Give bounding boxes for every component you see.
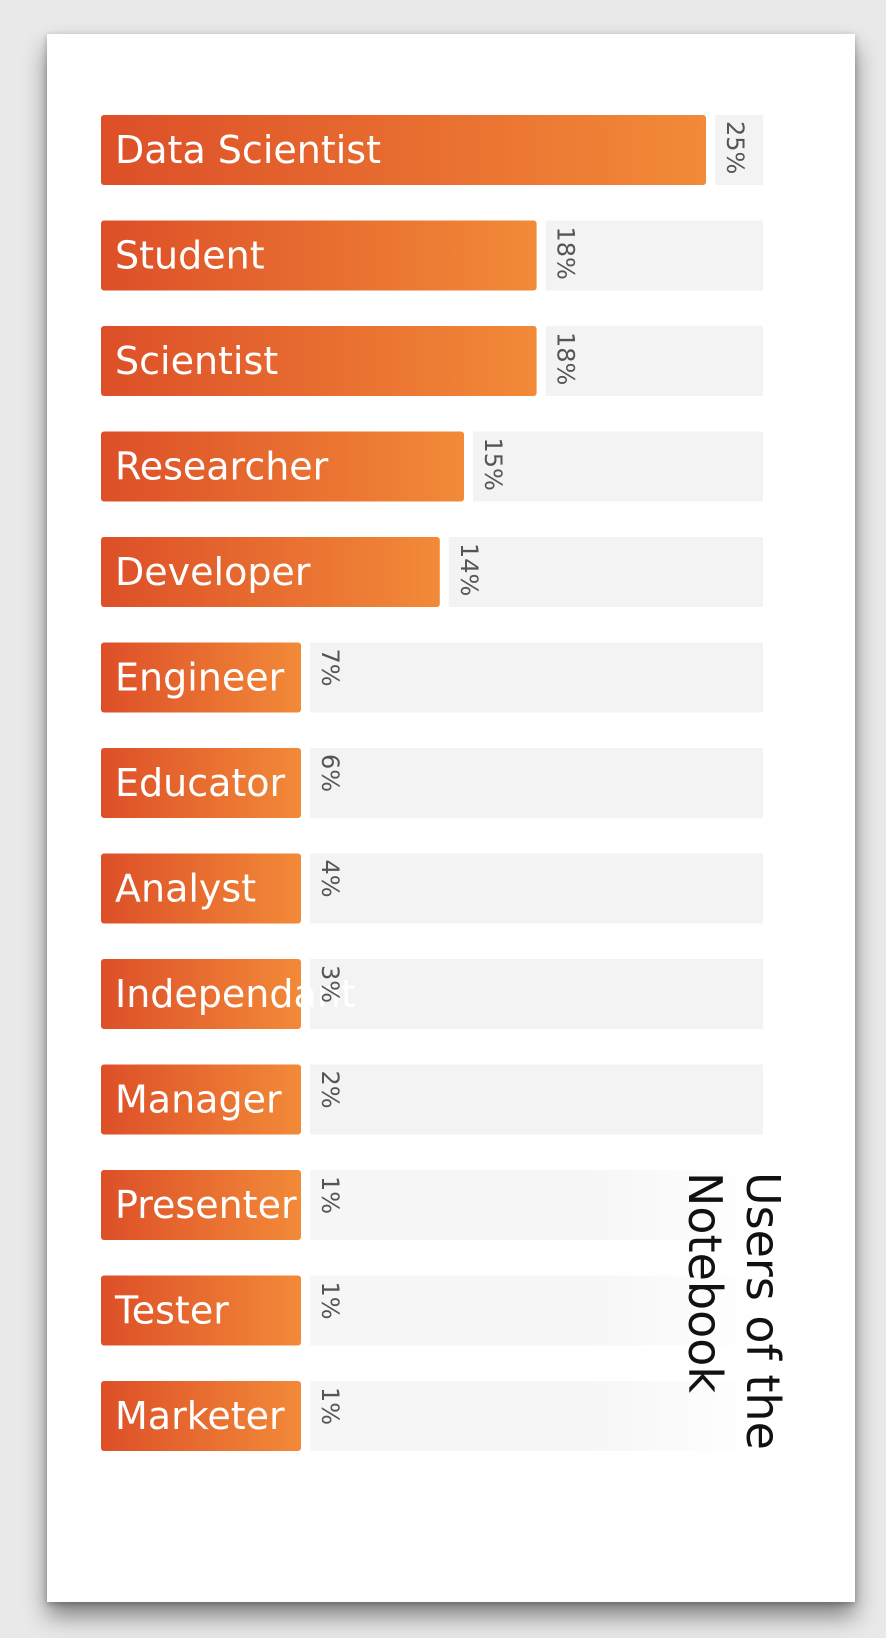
value-label: 18%	[552, 227, 580, 280]
category-label: Developer	[115, 550, 311, 594]
bar-row: Engineer 7%	[101, 642, 763, 713]
bar-row: Student 18%	[101, 220, 763, 291]
bar-row: Data Scientist 25%	[101, 115, 763, 185]
value-label: 15%	[479, 438, 507, 491]
bar-row: Independant3%	[101, 959, 763, 1029]
value-label: 1%	[316, 1282, 344, 1320]
bar-row: Developer 14%	[101, 537, 763, 607]
bar-track	[310, 1064, 763, 1135]
bar-row: Analyst 4%	[101, 853, 763, 924]
category-label: Researcher	[115, 445, 329, 489]
value-label: 6%	[316, 754, 344, 792]
value-label: 3%	[316, 965, 344, 1003]
value-label: 18%	[552, 332, 580, 385]
value-label: 7%	[316, 649, 344, 687]
bar-track	[448, 537, 763, 607]
bar-row: Presenter 1%	[101, 1170, 763, 1240]
bars-layer: Data Scientist 25% Student 18% Scientist 18% R…	[101, 115, 763, 1451]
bar-track	[310, 853, 763, 924]
value-label: 1%	[316, 1387, 344, 1425]
chart-title-line: Users of the	[736, 1172, 790, 1450]
category-label: Manager	[115, 1078, 282, 1122]
value-label: 25%	[721, 121, 749, 174]
category-label: Data Scientist	[115, 128, 381, 172]
category-label: Student	[115, 234, 265, 278]
bar-track	[473, 431, 763, 502]
category-label: Scientist	[115, 339, 278, 383]
value-label: 2%	[316, 1071, 344, 1109]
category-label: Analyst	[115, 867, 256, 911]
category-label: Educator	[115, 761, 286, 805]
category-label: Tester	[114, 1289, 229, 1333]
category-label: Marketer	[115, 1394, 285, 1438]
bar-row: Marketer 1%	[101, 1381, 763, 1451]
value-label: 4%	[316, 860, 344, 898]
value-label: 14%	[455, 543, 483, 596]
bar-track	[310, 959, 763, 1029]
value-label: 1%	[316, 1176, 344, 1214]
users-bar-chart: Data Scientist 25% Student 18% Scientist 18% R…	[101, 115, 790, 1451]
bar-track	[310, 748, 763, 818]
chart-card: Data Scientist 25% Student 18% Scientist 18% R…	[47, 34, 855, 1602]
category-label: Engineer	[115, 656, 285, 700]
bar-row: Scientist 18%	[101, 326, 763, 396]
bar-row: Manager 2%	[101, 1064, 763, 1135]
bar-track	[310, 642, 763, 713]
bar-row: Tester 1%	[101, 1275, 763, 1346]
category-label: Presenter	[115, 1183, 297, 1227]
chart-title-line: Notebook	[678, 1172, 732, 1393]
bar-row: Researcher 15%	[101, 431, 763, 502]
bar-row: Educator 6%	[101, 748, 763, 818]
